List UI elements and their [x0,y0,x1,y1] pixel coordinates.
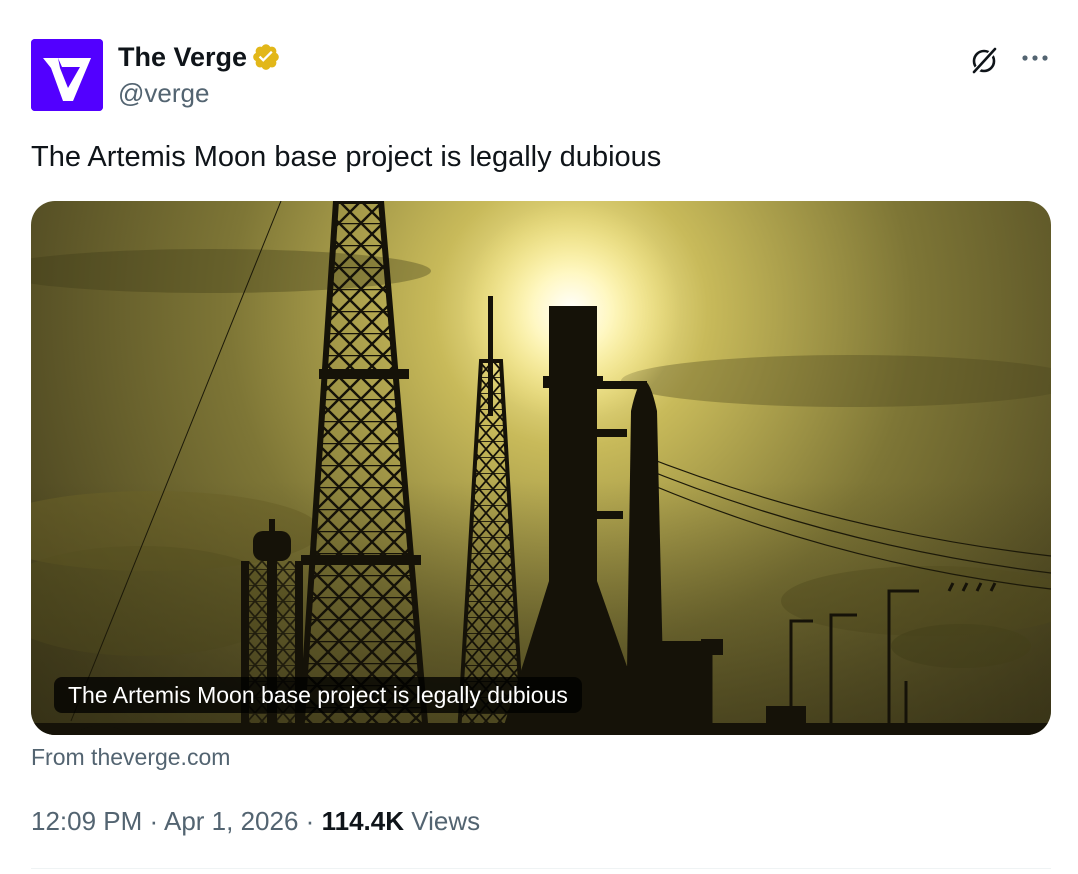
meta-separator: · [149,806,159,836]
divider [31,868,1051,869]
author-avatar[interactable] [31,39,103,111]
link-card-image [31,201,1051,735]
link-card-source[interactable]: From theverge.com [31,742,230,772]
grok-icon[interactable] [969,44,1001,76]
verge-logo-icon [31,39,103,111]
views-label[interactable]: Views [411,806,480,836]
author-display-name[interactable]: The Verge [118,40,247,74]
tweet-time[interactable]: 12:09 PM [31,806,142,836]
tweet-meta: 12:09 PM · Apr 1, 2026 · 114.4K Views [31,804,480,838]
more-options-icon[interactable] [1018,46,1052,70]
link-card[interactable]: The Artemis Moon base project is legally… [31,201,1051,735]
tweet: The Verge @verge The Artemis Moon base p… [0,0,1078,874]
verified-badge-icon[interactable] [251,42,281,72]
views-count[interactable]: 114.4K [322,806,404,836]
author-handle[interactable]: @verge [118,77,209,109]
tweet-text: The Artemis Moon base project is legally… [31,141,662,173]
meta-separator: · [305,806,315,836]
link-card-headline: The Artemis Moon base project is legally… [54,677,582,713]
tweet-date[interactable]: Apr 1, 2026 [164,806,298,836]
